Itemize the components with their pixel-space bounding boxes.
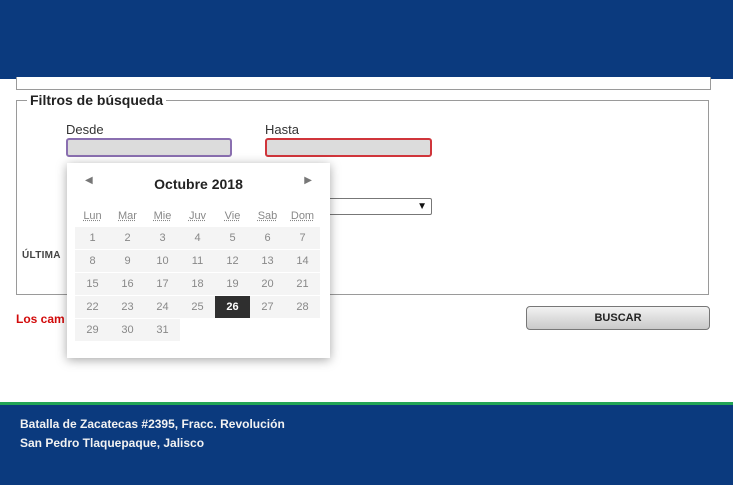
calendar-day[interactable]: 2 [110,227,145,249]
weekday-label: Juv [188,210,207,222]
top-panel-edge [16,77,711,90]
calendar-day[interactable]: 3 [145,227,180,249]
weekday-label: Vie [224,210,241,222]
calendar-day[interactable]: 20 [250,273,285,295]
calendar-week-row: 22 23 24 25 26 27 28 [75,296,322,319]
calendar-empty-cell [250,319,285,341]
calendar-day[interactable]: 28 [285,296,320,318]
calendar-day[interactable]: 31 [145,319,180,341]
calendar-day[interactable]: 22 [75,296,110,318]
calendar-day[interactable]: 16 [110,273,145,295]
calendar-day[interactable]: 21 [285,273,320,295]
calendar-day[interactable]: 9 [110,250,145,272]
calendar-week-row: 15 16 17 18 19 20 21 [75,273,322,296]
site-footer: Batalla de Zacatecas #2395, Fracc. Revol… [0,405,733,485]
weekday-label: Mar [118,210,137,222]
calendar-empty-cell [180,319,215,341]
triangle-right-icon[interactable]: ▶ [304,175,312,186]
calendar-day-selected[interactable]: 26 [215,296,250,318]
footer-address-line2: San Pedro Tlaquepaque, Jalisco [20,436,205,450]
calendar-empty-cell [215,319,250,341]
weekday-label: Mie [153,210,172,222]
hasta-label: Hasta [265,122,299,137]
calendar-day[interactable]: 5 [215,227,250,249]
calendar-day[interactable]: 27 [250,296,285,318]
calendar-day[interactable]: 12 [215,250,250,272]
desde-date-input[interactable] [66,138,232,157]
calendar-day[interactable]: 7 [285,227,320,249]
search-button[interactable]: BUSCAR [526,306,710,330]
calendar-month-title: Octubre 2018 [154,176,243,192]
ultima-label: ÚLTIMA [22,250,61,261]
weekday-label: Sab [257,210,278,222]
weekday-label: Dom [290,210,315,222]
calendar-day[interactable]: 25 [180,296,215,318]
site-header [0,0,733,79]
weekday-label: Lun [83,210,102,222]
calendar-day[interactable]: 23 [110,296,145,318]
calendar-day[interactable]: 29 [75,319,110,341]
footer-address-line1: Batalla de Zacatecas #2395, Fracc. Revol… [20,417,285,431]
weekday-row: Lun Mar Mie Juv Vie Sab Dom [75,205,322,227]
calendar-grid: 1 2 3 4 5 6 7 8 9 10 11 12 13 14 15 16 17 18 19 20 21 22 23 24 2… [75,227,322,342]
calendar-day[interactable]: 11 [180,250,215,272]
triangle-left-icon[interactable]: ◀ [85,175,93,186]
calendar-day[interactable]: 10 [145,250,180,272]
calendar-week-row: 1234567 [75,227,322,250]
calendar-day[interactable]: 18 [180,273,215,295]
calendar-day[interactable]: 30 [110,319,145,341]
calendar-week-row: 8 9 10 11 12 13 14 [75,250,322,273]
calendar-day[interactable]: 19 [215,273,250,295]
required-fields-notice: Los cam [16,312,65,326]
calendar-day[interactable]: 8 [75,250,110,272]
calendar-day[interactable]: 14 [285,250,320,272]
desde-label: Desde [66,122,104,137]
calendar-day[interactable]: 13 [250,250,285,272]
calendar-day[interactable]: 6 [250,227,285,249]
calendar-day[interactable]: 1 [75,227,110,249]
calendar-empty-cell [285,319,320,341]
filters-legend: Filtros de búsqueda [30,92,164,108]
hasta-date-input[interactable] [265,138,432,157]
calendar-day[interactable]: 24 [145,296,180,318]
calendar-day[interactable]: 4 [180,227,215,249]
date-picker-popup: ◀ Octubre 2018 ▶ Lun Mar Mie Juv Vie Sab Dom 1… [67,163,330,358]
calendar-header: ◀ Octubre 2018 ▶ [75,163,322,205]
calendar-day[interactable]: 17 [145,273,180,295]
calendar-week-row: 29 30 31 [75,319,322,342]
triangle-down-icon: ▼ [417,201,427,212]
calendar-day[interactable]: 15 [75,273,110,295]
